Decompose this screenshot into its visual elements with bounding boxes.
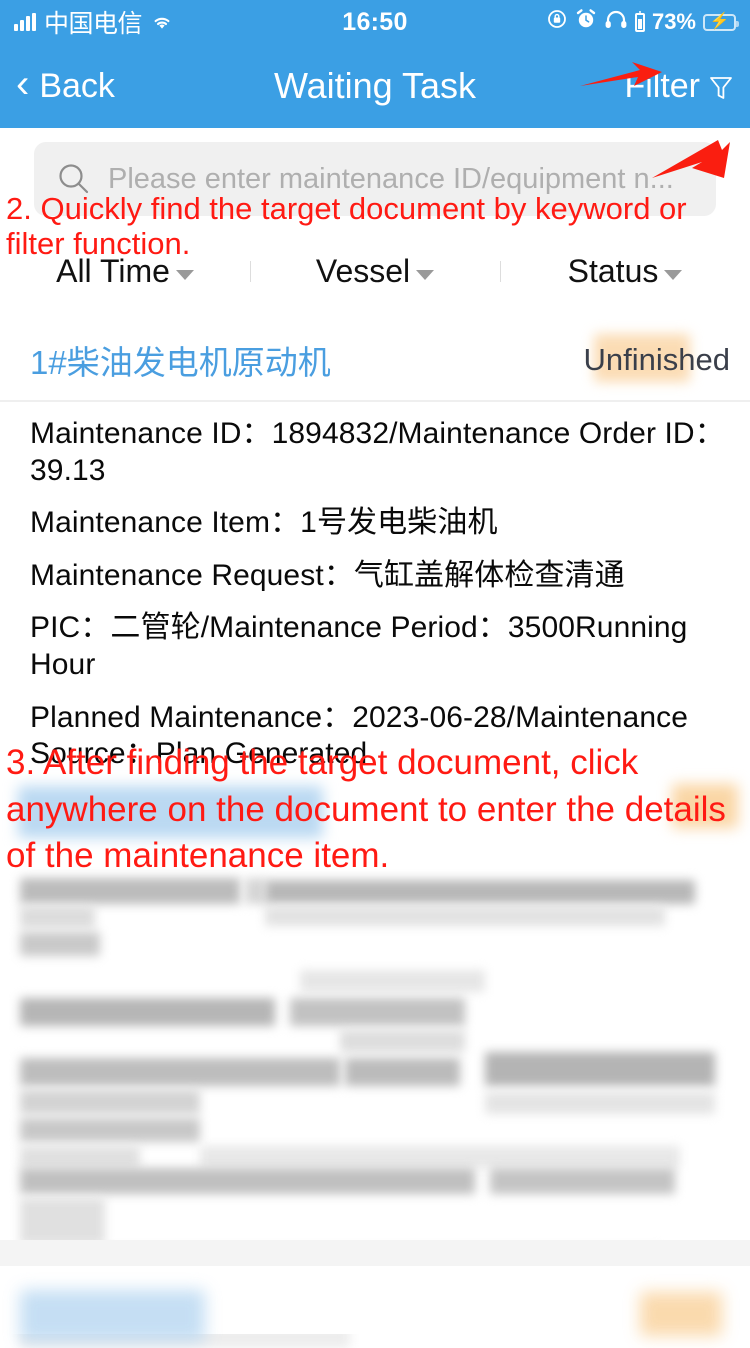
task-row-maintenance-request: Maintenance Request：气缸盖解体检查清通 xyxy=(30,558,625,592)
headphone-battery-icon xyxy=(634,10,645,32)
wifi-icon xyxy=(150,13,174,31)
task-card-body: Maintenance ID：1894832/Maintenance Order… xyxy=(0,402,750,795)
chevron-down-icon xyxy=(664,270,683,280)
annotation-step-2: 2. Quickly find the target document by k… xyxy=(6,191,687,261)
status-bar: 中国电信 16:50 73% ⚡ xyxy=(0,0,750,44)
battery-charging-icon: ⚡ xyxy=(703,13,739,31)
next-task-card-status-blurred xyxy=(640,1292,722,1336)
alarm-clock-icon xyxy=(575,8,597,36)
blurred-content-region xyxy=(0,870,750,1348)
task-card-header: 1#柴油发电机原动机 Unfinished xyxy=(0,318,750,400)
status-bar-right: 73% ⚡ xyxy=(546,8,739,36)
headphones-icon xyxy=(604,9,628,35)
status-badge: Unfinished xyxy=(580,334,734,382)
chevron-left-icon: ‹ xyxy=(16,62,30,106)
task-card-title: 1#柴油发电机原动机 xyxy=(30,344,331,381)
annotation-arrow-search-icon xyxy=(648,138,734,186)
rotation-lock-icon xyxy=(546,8,568,36)
annotation-arrow-filter-icon xyxy=(578,60,664,94)
carrier-label: 中国电信 xyxy=(44,10,143,38)
signal-icon xyxy=(14,13,36,31)
back-button[interactable]: ‹ Back xyxy=(16,64,115,108)
status-bar-left: 中国电信 xyxy=(14,4,174,40)
funnel-icon xyxy=(708,72,734,100)
chevron-down-icon xyxy=(175,270,194,280)
task-card[interactable]: 1#柴油发电机原动机 Unfinished Maintenance ID：189… xyxy=(0,318,750,795)
card-separator-band xyxy=(0,1240,750,1266)
next-task-card-title-blurred xyxy=(20,1290,205,1342)
chevron-down-icon xyxy=(416,270,435,280)
task-row-pic-period: PIC：二管轮/Maintenance Period：3500Running H… xyxy=(30,611,688,681)
back-button-label: Back xyxy=(39,66,115,105)
task-row-maintenance-id: Maintenance ID：1894832/Maintenance Order… xyxy=(30,417,725,487)
status-badge-label: Unfinished xyxy=(583,342,730,377)
annotation-step-3: 3. After finding the target document, cl… xyxy=(6,743,726,876)
task-row-maintenance-item: Maintenance Item：1号发电柴油机 xyxy=(30,506,498,540)
battery-percent-label: 73% xyxy=(651,9,696,34)
section-spacer xyxy=(0,302,750,318)
